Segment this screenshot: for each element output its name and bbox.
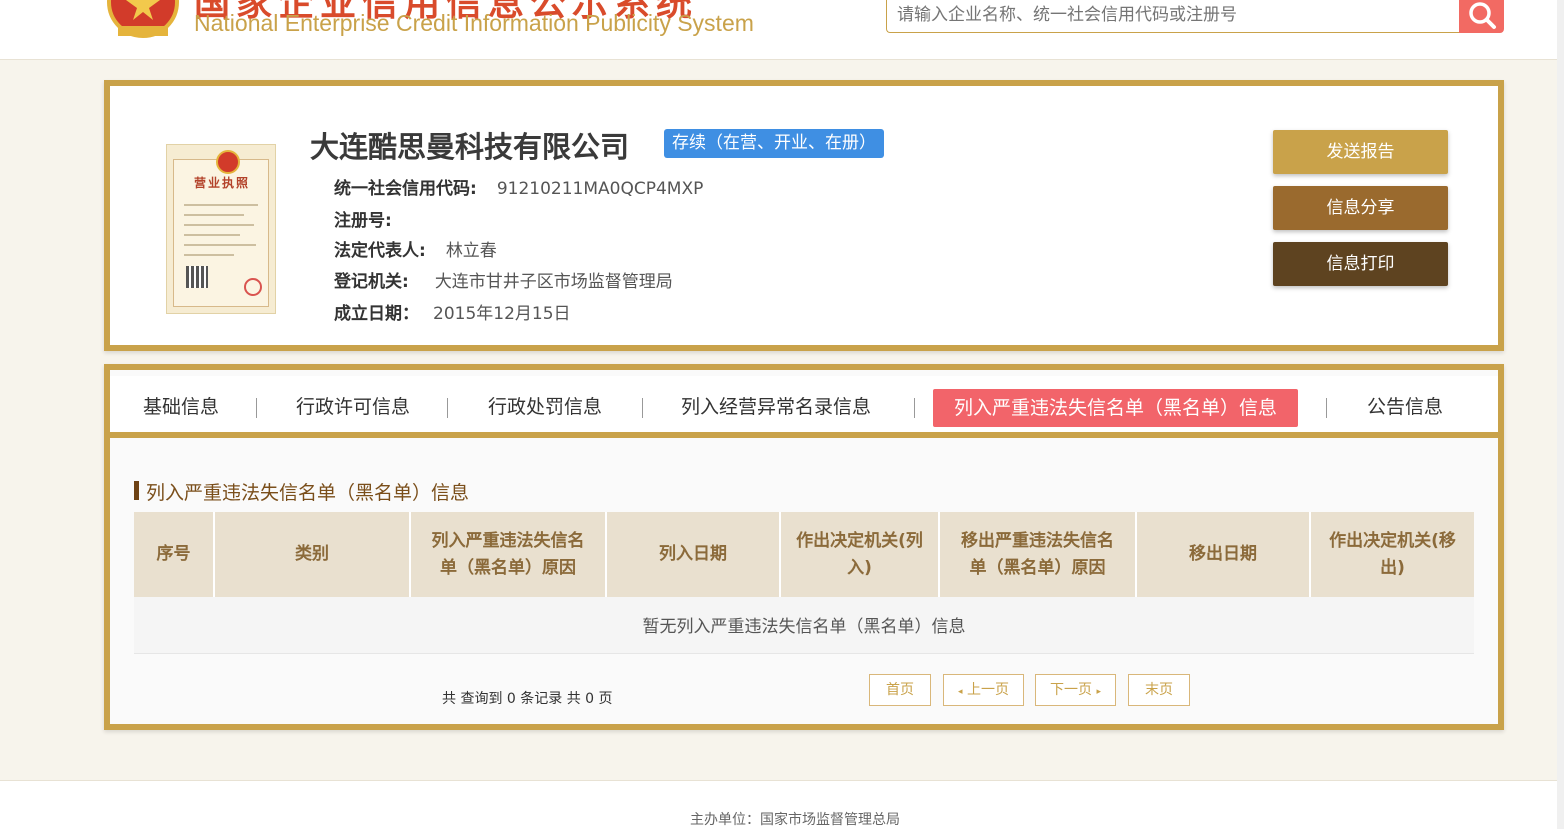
site-title-en: National Enterprise Credit Information P… xyxy=(194,10,754,36)
blacklist-table: 序号 类别 列入严重违法失信名单（黑名单）原因 列入日期 作出决定机关(列入) … xyxy=(134,512,1474,654)
qr-code-icon xyxy=(186,266,208,288)
field-credit-code: 统一社会信用代码: 91210211MA0QCP4MXP xyxy=(334,174,703,199)
tab-admin-license[interactable]: 行政许可信息 xyxy=(296,394,410,420)
empty-message: 暂无列入严重违法失信名单（黑名单）信息 xyxy=(134,597,1474,654)
search-input[interactable] xyxy=(886,0,1460,33)
field-founded-date: 成立日期： 2015年12月15日 xyxy=(334,299,571,324)
license-emblem-icon xyxy=(216,150,240,174)
prev-page-label: 上一页 xyxy=(966,682,1009,698)
tab-bar: 基础信息 行政许可信息 行政处罚信息 列入经营异常名录信息 列入严重违法失信名单… xyxy=(110,376,1498,438)
tab-separator xyxy=(256,398,257,418)
tab-abnormal-list[interactable]: 列入经营异常名录信息 xyxy=(681,394,871,420)
field-label: 统一社会信用代码: xyxy=(334,179,477,199)
column-header: 移出严重违法失信名单（黑名单）原因 xyxy=(939,512,1137,597)
table-header-row: 序号 类别 列入严重违法失信名单（黑名单）原因 列入日期 作出决定机关(列入) … xyxy=(134,512,1474,597)
send-report-button[interactable]: 发送报告 xyxy=(1273,130,1448,174)
field-reg-authority: 登记机关: 大连市甘井子区市场监督管理局 xyxy=(334,267,673,292)
last-page-button[interactable]: 末页 xyxy=(1128,674,1190,706)
column-header: 移出日期 xyxy=(1136,512,1311,597)
tab-separator xyxy=(447,398,448,418)
license-title: 营业执照 xyxy=(193,176,250,190)
field-reg-number: 注册号: xyxy=(334,206,406,231)
record-summary: 共 查询到 0 条记录 共 0 页 xyxy=(442,691,613,707)
seal-icon xyxy=(244,278,262,296)
national-emblem-icon xyxy=(107,0,179,38)
next-page-button[interactable]: 下一页 ▸ xyxy=(1035,674,1116,706)
company-name: 大连酷思曼科技有限公司 xyxy=(310,130,630,164)
column-header: 序号 xyxy=(134,512,215,597)
field-value: 大连市甘井子区市场监督管理局 xyxy=(434,272,673,292)
first-page-button[interactable]: 首页 xyxy=(869,674,931,706)
footer-sponsor: 主办单位：国家市场监督管理总局 xyxy=(690,812,900,828)
site-header: 国家企业信用信息公示系统 National Enterprise Credit … xyxy=(0,0,1564,60)
section-title: 列入严重违法失信名单（黑名单）信息 xyxy=(134,478,469,505)
field-value: 2015年12月15日 xyxy=(433,304,571,324)
field-value: 林立春 xyxy=(445,241,497,261)
column-header: 列入日期 xyxy=(606,512,781,597)
field-value: 91210211MA0QCP4MXP xyxy=(496,179,704,199)
tab-announcements[interactable]: 公告信息 xyxy=(1367,394,1443,420)
field-label: 注册号: xyxy=(334,211,392,231)
business-license-image[interactable]: 营业执照 xyxy=(166,144,276,314)
field-label: 法定代表人: xyxy=(334,241,426,261)
page-scrollbar[interactable] xyxy=(1557,0,1564,829)
tab-separator xyxy=(642,398,643,418)
column-header: 类别 xyxy=(214,512,411,597)
field-legal-rep: 法定代表人: 林立春 xyxy=(334,236,497,261)
search-icon xyxy=(1468,1,1496,29)
column-header: 作出决定机关(列入) xyxy=(780,512,940,597)
status-badge: 存续（在营、开业、在册） xyxy=(664,129,884,158)
tab-admin-penalty[interactable]: 行政处罚信息 xyxy=(488,394,602,420)
next-page-label: 下一页 xyxy=(1050,682,1092,698)
field-label: 登记机关: xyxy=(334,272,409,292)
column-header: 列入严重违法失信名单（黑名单）原因 xyxy=(410,512,607,597)
share-info-button[interactable]: 信息分享 xyxy=(1273,186,1448,230)
tab-basic-info[interactable]: 基础信息 xyxy=(143,394,219,420)
tab-separator xyxy=(1326,398,1327,418)
table-row: 暂无列入严重违法失信名单（黑名单）信息 xyxy=(134,597,1474,654)
field-label: 成立日期： xyxy=(334,304,419,324)
column-header: 作出决定机关(移出) xyxy=(1310,512,1474,597)
company-info-panel: 营业执照 大连酷思曼科技有限公司 存续（在营、开业、在册） 统一社会信用代码: 9… xyxy=(104,80,1504,351)
tab-separator xyxy=(914,398,915,418)
prev-page-button[interactable]: ◂ 上一页 xyxy=(943,674,1024,706)
caret-right-icon: ▸ xyxy=(1096,687,1101,697)
search-button[interactable] xyxy=(1459,0,1504,33)
site-footer: 主办单位：国家市场监督管理总局 xyxy=(0,780,1564,829)
tab-blacklist[interactable]: 列入严重违法失信名单（黑名单）信息 xyxy=(933,389,1299,427)
print-info-button[interactable]: 信息打印 xyxy=(1273,242,1448,286)
caret-left-icon: ◂ xyxy=(958,687,963,697)
detail-tabs-panel: 基础信息 行政许可信息 行政处罚信息 列入经营异常名录信息 列入严重违法失信名单… xyxy=(104,364,1504,730)
